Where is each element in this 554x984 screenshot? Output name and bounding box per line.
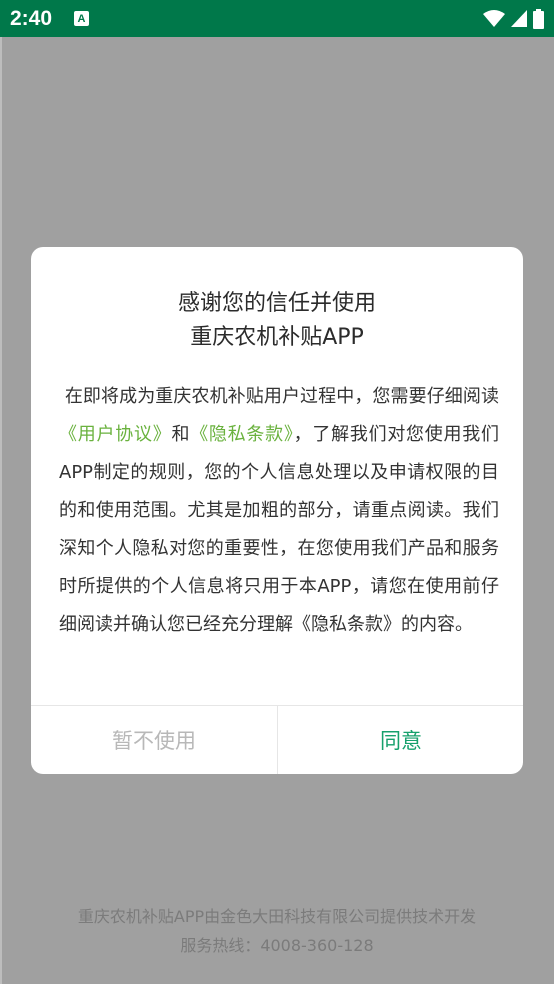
- status-bar: 2:40 A: [0, 0, 554, 37]
- dialog-title-line2: 重庆农机补贴APP: [190, 325, 364, 350]
- dialog-title-line1: 感谢您的信任并使用: [177, 291, 376, 316]
- cellular-signal-icon: [511, 10, 527, 27]
- decline-button[interactable]: 暂不使用: [31, 706, 277, 774]
- body-text-part1: 在即将成为重庆农机补贴用户过程中，您需要仔细阅读: [64, 386, 499, 407]
- wifi-icon: [483, 9, 505, 27]
- agree-button[interactable]: 同意: [278, 706, 523, 774]
- privacy-consent-dialog: 感谢您的信任并使用 重庆农机补贴APP 在即将成为重庆农机补贴用户过程中，您需要…: [31, 247, 523, 774]
- background-screen: 感谢您的信任并使用 重庆农机补贴APP 在即将成为重庆农机补贴用户过程中，您需要…: [0, 37, 554, 984]
- dialog-title: 感谢您的信任并使用 重庆农机补贴APP: [31, 287, 523, 355]
- body-text-part2: 和: [171, 424, 191, 445]
- user-agreement-link[interactable]: 《用户协议》: [59, 424, 171, 445]
- footer-hotline-text: 服务热线：4008-360-128: [180, 936, 374, 955]
- dialog-body: 在即将成为重庆农机补贴用户过程中，您需要仔细阅读《用户协议》和《隐私条款》，了解…: [59, 378, 499, 644]
- body-text-part3: ，了解我们对您使用我们APP制定的规则，您的个人信息处理以及申请权限的目的和使用…: [59, 424, 500, 635]
- footer-developer-text: 重庆农机补贴APP由金色大田科技有限公司提供技术开发: [77, 907, 477, 926]
- app-notification-icon: A: [74, 11, 90, 26]
- status-time: 2:40: [10, 6, 53, 30]
- screen-edge: [0, 37, 2, 984]
- footer: 重庆农机补贴APP由金色大田科技有限公司提供技术开发 服务热线：4008-360…: [0, 902, 554, 960]
- battery-icon: [533, 8, 544, 29]
- privacy-terms-link[interactable]: 《隐私条款》: [190, 424, 293, 445]
- status-indicators: [483, 8, 544, 29]
